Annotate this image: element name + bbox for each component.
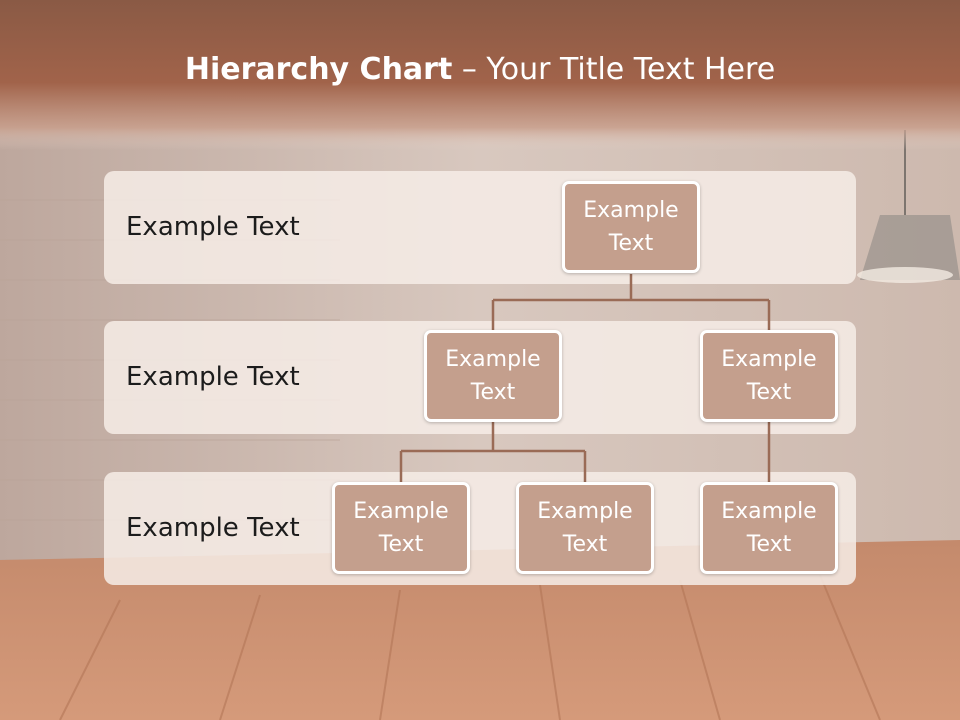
org-node-leaf-3[interactable]: Example Text [700, 482, 838, 574]
connector-root [491, 274, 771, 330]
connector-mid-left [399, 422, 587, 482]
org-node-leaf-2[interactable]: Example Text [516, 482, 654, 574]
node-text: Example Text [721, 499, 817, 557]
node-text: Example Text [353, 499, 449, 557]
org-node-root[interactable]: Example Text [562, 181, 700, 273]
org-node-mid-right[interactable]: Example Text [700, 330, 838, 422]
node-text: Example Text [445, 347, 541, 405]
node-text: Example Text [537, 499, 633, 557]
node-text: Example Text [721, 347, 817, 405]
node-text: Example Text [583, 198, 679, 256]
org-node-mid-left[interactable]: Example Text [424, 330, 562, 422]
org-node-leaf-1[interactable]: Example Text [332, 482, 470, 574]
